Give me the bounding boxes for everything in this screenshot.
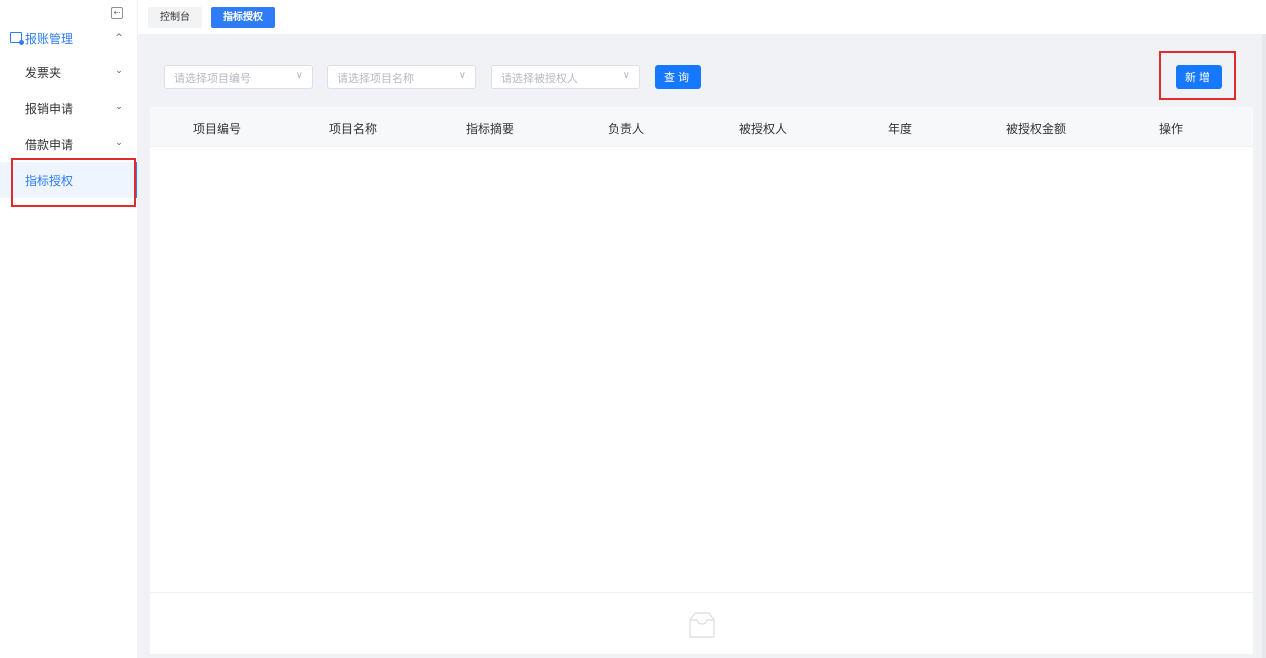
chevron-down-icon: ⌄ xyxy=(115,138,123,148)
table-divider xyxy=(150,592,1253,593)
chevron-down-icon: ⌄ xyxy=(115,66,123,76)
sidebar-item-reimbursement-request[interactable]: 报销申请 ⌄ xyxy=(0,90,137,126)
chevron-down-icon: ∨ xyxy=(295,70,303,81)
empty-inbox-icon xyxy=(689,612,715,638)
add-button[interactable]: 新增 xyxy=(1176,65,1222,89)
project-name-select[interactable]: 请选择项目名称 ∨ xyxy=(327,65,476,89)
column-header-indicator-summary: 指标摘要 xyxy=(465,122,514,136)
sidebar-item-loan-request[interactable]: 借款申请 ⌄ xyxy=(0,126,137,162)
query-button[interactable]: 查询 xyxy=(655,65,701,89)
select-placeholder: 请选择项目编号 xyxy=(174,72,251,85)
column-header-actions: 操作 xyxy=(1158,122,1183,136)
column-header-project-code: 项目编号 xyxy=(192,122,241,136)
tab-indicator-authorization[interactable]: 指标授权 xyxy=(211,7,275,28)
chevron-up-icon: ^ xyxy=(115,33,123,43)
sidebar-item-label: 报销申请 xyxy=(25,102,74,116)
menu-group-label: 报账管理 xyxy=(25,32,74,46)
vertical-scrollbar[interactable] xyxy=(1262,34,1266,658)
chevron-down-icon: ⌄ xyxy=(115,102,123,112)
table-header: 项目编号 项目名称 指标摘要 负责人 被授权人 年度 被授权金额 操作 xyxy=(150,107,1253,147)
sidebar-item-label: 借款申请 xyxy=(25,138,74,152)
project-code-select[interactable]: 请选择项目编号 ∨ xyxy=(164,65,313,89)
column-header-owner: 负责人 xyxy=(607,122,644,136)
sidebar-item-label: 发票夹 xyxy=(25,66,62,80)
authorization-table: 项目编号 项目名称 指标摘要 负责人 被授权人 年度 被授权金额 操作 xyxy=(150,107,1253,654)
column-header-granted-amount: 被授权金额 xyxy=(1005,122,1066,136)
column-header-grantee: 被授权人 xyxy=(738,122,787,136)
tab-console[interactable]: 控制台 xyxy=(148,7,202,28)
reimbursement-icon xyxy=(10,32,24,45)
menu-group-reimbursement[interactable]: 报账管理 ^ xyxy=(0,28,137,48)
column-header-project-name: 项目名称 xyxy=(328,122,377,136)
column-header-year: 年度 xyxy=(887,122,912,136)
sidebar-item-invoice-folder[interactable]: 发票夹 ⌄ xyxy=(0,54,137,90)
select-placeholder: 请选择被授权人 xyxy=(501,72,578,85)
main-content: 请选择项目编号 ∨ 请选择项目名称 ∨ 请选择被授权人 ∨ 查询 新增 项目编号… xyxy=(138,34,1266,658)
grantee-select[interactable]: 请选择被授权人 ∨ xyxy=(491,65,640,89)
chevron-down-icon: ∨ xyxy=(458,70,466,81)
sidebar: ⇠ 报账管理 ^ 发票夹 ⌄ 报销申请 ⌄ 借款申请 ⌄ 指标授权 xyxy=(0,0,138,658)
sidebar-item-indicator-authorization[interactable]: 指标授权 xyxy=(0,162,137,198)
chevron-down-icon: ∨ xyxy=(622,70,630,81)
sidebar-item-label: 指标授权 xyxy=(25,174,74,188)
tab-bar: 控制台 指标授权 xyxy=(138,0,1266,34)
select-placeholder: 请选择项目名称 xyxy=(337,72,414,85)
collapse-sidebar-icon[interactable]: ⇠ xyxy=(111,7,123,19)
